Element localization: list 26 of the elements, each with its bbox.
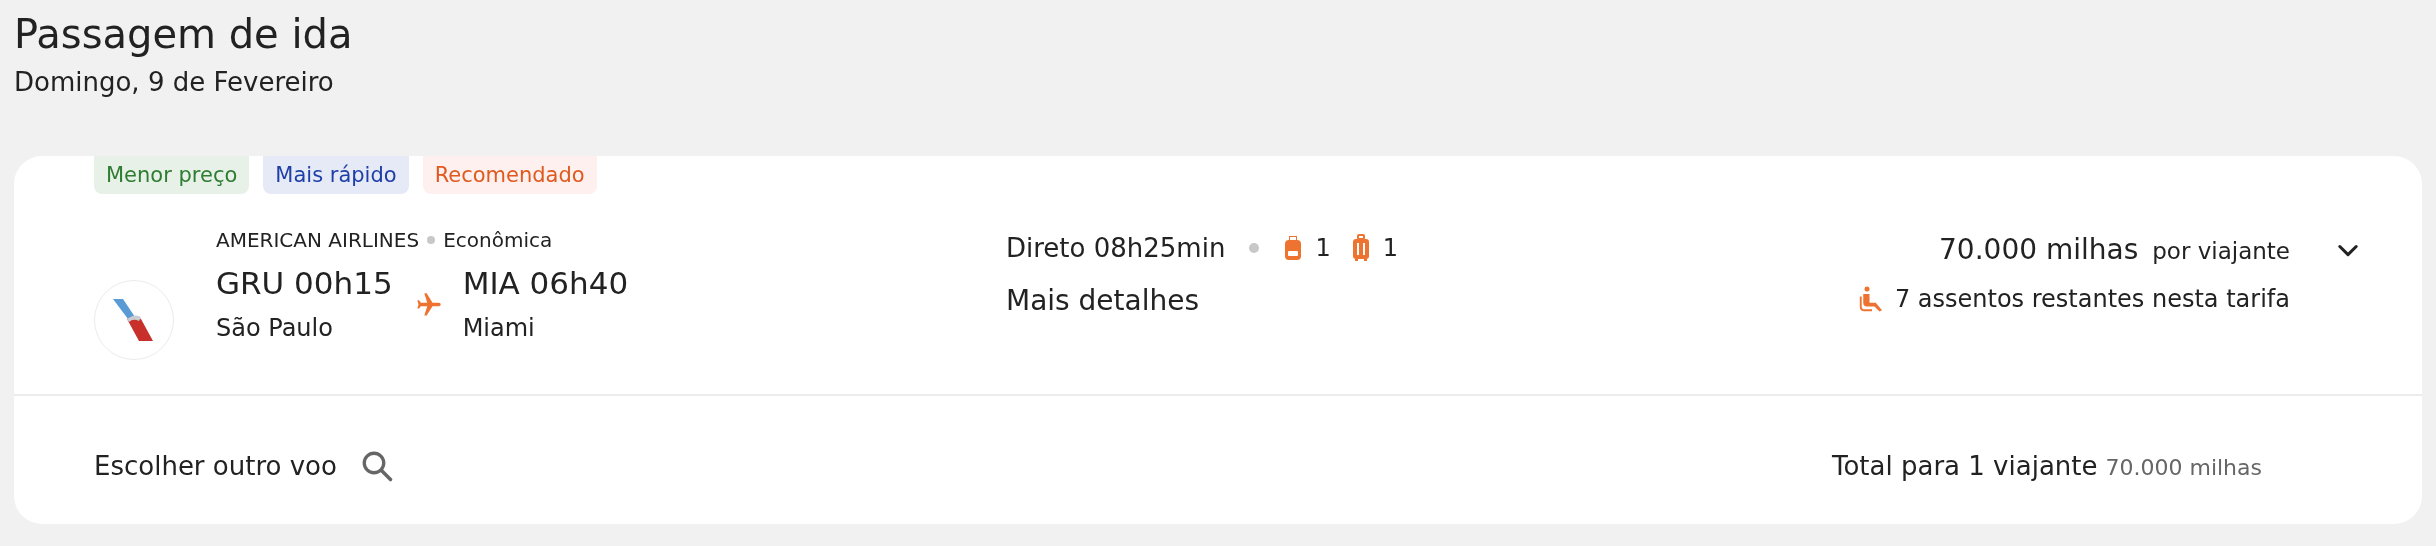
tag: Menor preço — [94, 156, 250, 194]
total-label: Total para 1 viajante — [1832, 451, 2098, 481]
flight-duration: Direto 08h25min — [1006, 232, 1226, 265]
tag: Recomendado — [422, 156, 597, 194]
page-title: Passagem de ida — [14, 10, 354, 59]
price: 70.000 milhas — [1939, 232, 2139, 268]
departure-city: São Paulo — [216, 313, 334, 344]
choose-other-flight-button[interactable]: Escolher outro voo — [94, 448, 395, 484]
airline-name: AMERICAN AIRLINES — [216, 228, 420, 252]
airplane-icon — [414, 291, 443, 319]
separator-dot — [427, 236, 436, 244]
suitcase-icon — [1350, 234, 1371, 262]
arrival-time: MIA 06h40 — [462, 264, 629, 303]
departure-time: GRU 00h15 — [216, 264, 393, 303]
separator-dot — [1249, 243, 1260, 253]
date-label: Domingo, 9 de Fevereiro — [14, 66, 335, 99]
total-value: 70.000 milhas — [2105, 455, 2262, 480]
tag: Mais rápido — [263, 156, 409, 194]
backpack-count: 1 — [1315, 233, 1331, 264]
arrival-city: Miami — [462, 313, 536, 344]
details-link[interactable]: Mais detalhes — [1006, 284, 1526, 317]
cabin-class: Econômica — [443, 228, 553, 252]
suitcase-count: 1 — [1382, 233, 1398, 264]
price-unit: por viajante — [2152, 238, 2290, 264]
seats-remaining: 7 assentos restantes nesta tarifa — [1894, 285, 2290, 313]
backpack-icon — [1283, 234, 1304, 262]
